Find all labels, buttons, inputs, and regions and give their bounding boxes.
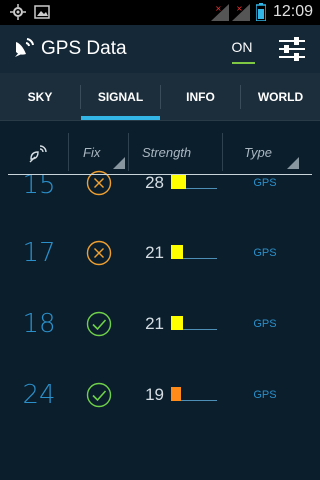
tab-bar: SKY SIGNAL INFO WORLD	[0, 73, 320, 121]
tab-sky-label: SKY	[27, 90, 53, 104]
toggle-underline	[232, 62, 255, 64]
strength-bar	[171, 387, 217, 401]
svg-text:×: ×	[215, 4, 222, 13]
strength-value: 28	[145, 173, 164, 192]
tab-world[interactable]: WORLD	[241, 73, 320, 121]
column-header-type[interactable]: Type	[223, 131, 313, 173]
tab-world-label: WORLD	[257, 90, 304, 104]
toggle-label: ON	[231, 39, 253, 55]
column-header-prn[interactable]	[0, 131, 68, 173]
signal-sim2-icon: ×	[232, 4, 250, 21]
settings-sliders-icon[interactable]	[279, 37, 305, 61]
satellite-dish-icon[interactable]	[12, 36, 36, 60]
tab-sky[interactable]: SKY	[0, 73, 80, 121]
tab-info-label: INFO	[186, 90, 215, 104]
column-header-fix[interactable]: Fix	[69, 131, 128, 173]
prn-number: 24	[22, 380, 56, 410]
strength-value: 21	[145, 243, 164, 262]
signal-sim1-icon: ×	[211, 4, 229, 21]
prn-number: 18	[22, 309, 56, 339]
svg-text:×: ×	[236, 4, 243, 13]
strength-bar-fill	[171, 175, 187, 189]
tab-signal-label: SIGNAL	[97, 90, 144, 104]
strength-bar-fill	[171, 387, 182, 401]
type-header-label: Type	[244, 145, 272, 160]
strength-header-label: Strength	[142, 145, 192, 160]
header-separator-line	[8, 174, 312, 175]
tab-info[interactable]: INFO	[161, 73, 240, 121]
sort-indicator-icon	[113, 157, 125, 169]
gps-on-toggle[interactable]: ON	[229, 39, 255, 64]
fix-check-icon	[86, 382, 112, 408]
constellation-type: GPS	[253, 318, 277, 330]
strength-value: 19	[145, 385, 164, 404]
strength-bar	[171, 245, 217, 259]
fix-header-label: Fix	[83, 145, 101, 160]
constellation-type: GPS	[253, 177, 277, 189]
gps-status-icon	[10, 4, 26, 20]
status-clock: 12:09	[272, 3, 313, 20]
strength-bar-fill	[171, 316, 183, 330]
no-fix-icon	[86, 240, 112, 266]
strength-bar	[171, 316, 217, 330]
image-notification-icon	[34, 5, 50, 19]
satellite-icon	[29, 145, 47, 163]
tab-signal[interactable]: SIGNAL	[81, 73, 160, 121]
fix-check-icon	[86, 311, 112, 337]
strength-bar-fill	[171, 245, 183, 259]
column-header-strength[interactable]: Strength	[129, 131, 222, 173]
action-bar: GPS Data ON	[0, 25, 320, 73]
table-row[interactable]: 17 21 GPS	[0, 218, 320, 289]
table-row[interactable]: 24 19 GPS	[0, 360, 320, 431]
sort-indicator-icon	[287, 157, 299, 169]
status-bar: × × 12:09	[0, 0, 320, 25]
constellation-type: GPS	[253, 247, 277, 259]
battery-icon	[256, 3, 266, 21]
table-row[interactable]: 18 21 GPS	[0, 289, 320, 360]
strength-bar	[171, 175, 217, 189]
strength-value: 21	[145, 314, 164, 333]
prn-number: 17	[22, 238, 56, 268]
app-title: GPS Data	[41, 38, 127, 59]
constellation-type: GPS	[253, 389, 277, 401]
